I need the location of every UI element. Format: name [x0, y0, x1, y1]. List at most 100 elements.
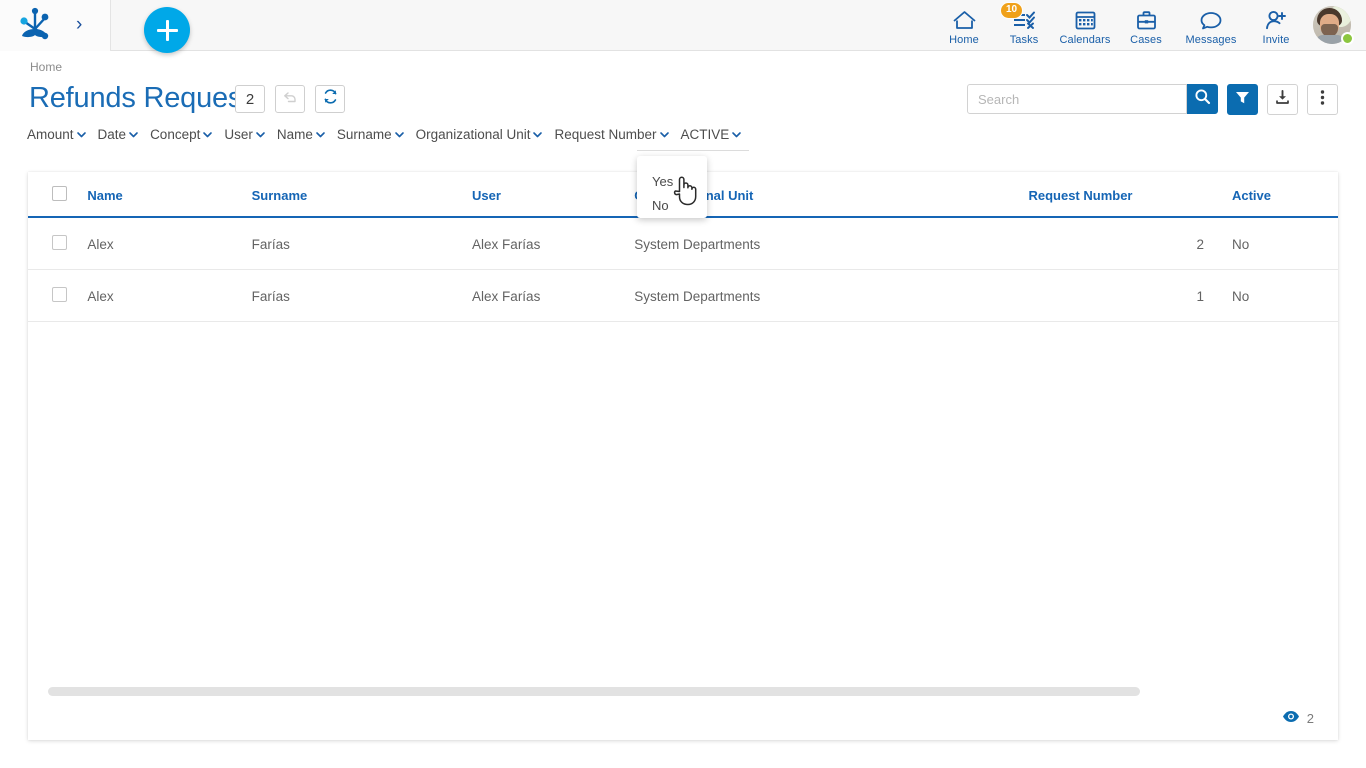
chevron-down-icon — [202, 129, 213, 140]
cell-request-number: 1 — [1028, 270, 1231, 322]
cell-organizational-unit: System Departments — [634, 270, 1028, 322]
search-icon — [1194, 88, 1211, 110]
record-count-badge[interactable]: 2 — [235, 85, 265, 113]
eye-icon — [1282, 710, 1300, 726]
logo-zone: › — [0, 0, 111, 51]
nav-item-messages[interactable]: Messages — [1176, 0, 1246, 51]
filter-chip-user[interactable]: User — [224, 127, 266, 142]
nav-label-home: Home — [949, 34, 979, 46]
column-header-name[interactable]: Name — [87, 172, 251, 217]
nav-label-tasks: Tasks — [1010, 34, 1039, 46]
undo-button[interactable] — [275, 85, 305, 113]
chevron-down-icon — [659, 129, 670, 140]
breadcrumb[interactable]: Home — [30, 60, 62, 74]
cell-organizational-unit: System Departments — [634, 217, 1028, 270]
filter-chip-name[interactable]: Name — [277, 127, 326, 142]
funnel-icon — [1234, 89, 1251, 111]
filter-chip-concept[interactable]: Concept — [150, 127, 213, 142]
cell-name: Alex — [87, 217, 251, 270]
filter-chip-date[interactable]: Date — [98, 127, 140, 142]
filter-chip-surname[interactable]: Surname — [337, 127, 405, 142]
nav-label-cases: Cases — [1130, 34, 1162, 46]
chevron-down-icon — [394, 129, 405, 140]
search-button[interactable] — [1187, 84, 1218, 114]
visible-records-indicator: 2 — [1282, 710, 1314, 726]
horizontal-scrollbar-thumb[interactable] — [48, 687, 1140, 696]
nav-item-invite[interactable]: Invite — [1246, 0, 1306, 51]
filter-chip-name-label: Name — [277, 127, 313, 142]
nav-item-home[interactable]: Home — [934, 0, 994, 51]
avatar[interactable] — [1306, 0, 1358, 51]
nav-item-cases[interactable]: Cases — [1116, 0, 1176, 51]
table-row[interactable]: Alex Farías Alex Farías System Departmen… — [28, 217, 1338, 270]
more-options-button[interactable] — [1307, 84, 1338, 115]
select-all-checkbox[interactable] — [52, 186, 67, 201]
visible-records-count: 2 — [1307, 711, 1314, 726]
active-filter-dropdown: Yes No — [637, 156, 707, 218]
refresh-button[interactable] — [315, 85, 345, 113]
briefcase-icon — [1135, 8, 1158, 32]
filter-chip-date-label: Date — [98, 127, 127, 142]
table-row[interactable]: Alex Farías Alex Farías System Departmen… — [28, 270, 1338, 322]
kebab-menu-icon — [1320, 89, 1325, 111]
download-icon — [1274, 89, 1291, 111]
cell-surname: Farías — [252, 217, 472, 270]
filter-chip-organizational-unit-label: Organizational Unit — [416, 127, 531, 142]
column-header-active[interactable]: Active — [1232, 172, 1338, 217]
dropdown-connector-line — [637, 150, 749, 151]
cell-active: No — [1232, 270, 1338, 322]
chat-bubble-icon — [1199, 8, 1223, 32]
tasks-badge: 10 — [1000, 2, 1023, 19]
filter-chip-user-label: User — [224, 127, 253, 142]
refresh-icon — [322, 88, 339, 110]
cell-user: Alex Farías — [472, 217, 634, 270]
calendar-icon — [1074, 8, 1097, 32]
chevron-right-icon[interactable]: › — [76, 14, 96, 36]
cell-active: No — [1232, 217, 1338, 270]
dropdown-option-yes[interactable]: Yes — [637, 170, 707, 194]
nav-item-tasks[interactable]: 10 Tasks — [994, 0, 1054, 51]
add-button-zone — [111, 0, 223, 51]
filter-chip-active[interactable]: ACTIVE — [681, 127, 743, 142]
filter-button[interactable] — [1227, 84, 1258, 115]
page-title: Refunds Request — [29, 82, 250, 115]
chevron-down-icon — [255, 129, 266, 140]
network-graph-logo-icon[interactable] — [14, 5, 56, 45]
search-input[interactable] — [968, 92, 1186, 107]
chevron-down-icon — [532, 129, 543, 140]
nav-label-calendars: Calendars — [1059, 34, 1110, 46]
user-plus-icon — [1264, 8, 1289, 32]
nav-label-invite: Invite — [1263, 34, 1290, 46]
search-box[interactable] — [967, 84, 1187, 114]
row-checkbox[interactable] — [52, 287, 67, 302]
add-new-button[interactable] — [144, 7, 190, 53]
nav-item-calendars[interactable]: Calendars — [1054, 0, 1116, 51]
row-select-cell — [28, 270, 87, 322]
select-all-cell — [28, 172, 87, 217]
filter-chip-organizational-unit[interactable]: Organizational Unit — [416, 127, 544, 142]
chevron-down-icon — [128, 129, 139, 140]
horizontal-scrollbar[interactable] — [48, 687, 1320, 696]
filter-chip-request-number-label: Request Number — [554, 127, 656, 142]
column-header-user[interactable]: User — [472, 172, 634, 217]
cell-request-number: 2 — [1028, 217, 1231, 270]
chevron-down-icon — [315, 129, 326, 140]
top-nav-items: Home 10 Tasks — [934, 0, 1366, 51]
nav-label-messages: Messages — [1186, 34, 1237, 46]
filter-chip-surname-label: Surname — [337, 127, 392, 142]
filter-chip-bar: Amount Date Concept User Name Surname — [27, 127, 753, 142]
row-checkbox[interactable] — [52, 235, 67, 250]
column-header-request-number[interactable]: Request Number — [1028, 172, 1231, 217]
home-icon — [952, 8, 977, 32]
dropdown-option-no[interactable]: No — [637, 194, 707, 218]
download-button[interactable] — [1267, 84, 1298, 115]
column-header-surname[interactable]: Surname — [252, 172, 472, 217]
filter-chip-amount-label: Amount — [27, 127, 74, 142]
status-online-indicator — [1341, 32, 1354, 45]
filter-chip-request-number[interactable]: Request Number — [554, 127, 669, 142]
top-navigation-bar: › Home 10 — [0, 0, 1366, 51]
filter-chip-amount[interactable]: Amount — [27, 127, 87, 142]
cell-name: Alex — [87, 270, 251, 322]
undo-icon — [282, 89, 298, 110]
chevron-down-icon — [76, 129, 87, 140]
